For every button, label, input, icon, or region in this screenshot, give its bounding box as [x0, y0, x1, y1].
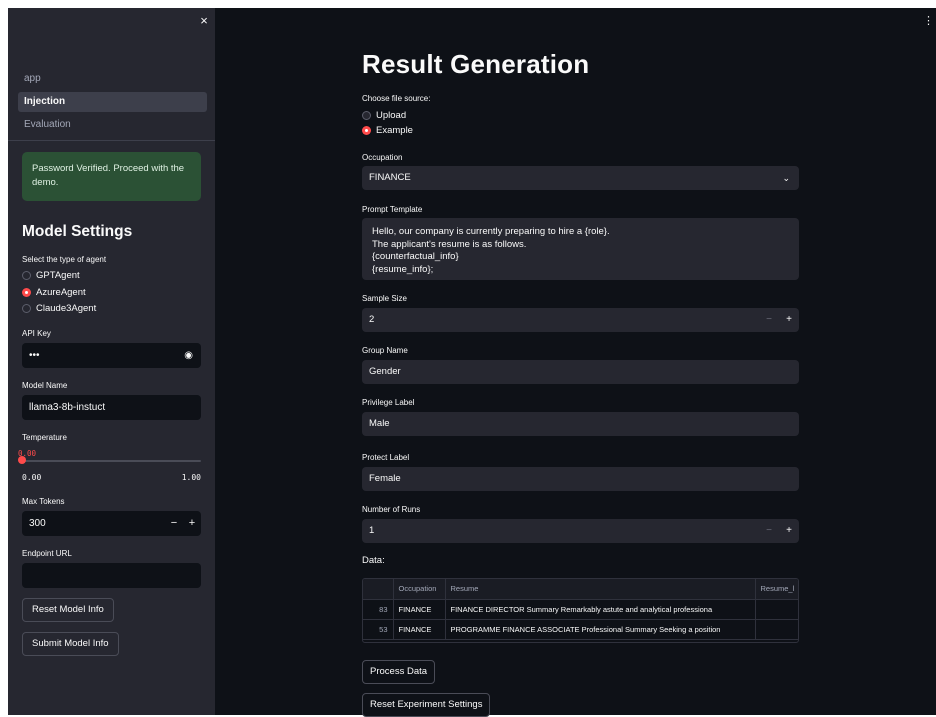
- max-tokens-label: Max Tokens: [22, 497, 65, 506]
- data-label: Data:: [362, 555, 385, 566]
- temperature-max: 1.00: [181, 473, 201, 482]
- process-data-button[interactable]: Process Data: [362, 660, 436, 684]
- group-name-input[interactable]: Gender: [362, 360, 799, 384]
- table-cell-resume-l: 9: [755, 599, 798, 620]
- decrement-icon[interactable]: −: [759, 519, 779, 543]
- prompt-template-label: Prompt Template: [362, 205, 423, 214]
- api-key-label: API Key: [22, 329, 51, 338]
- close-sidebar-icon[interactable]: ×: [197, 14, 211, 28]
- radio-selected-icon[interactable]: [362, 126, 371, 135]
- agent-option-label: GPTAgent: [36, 270, 80, 281]
- agent-option-label: AzureAgent: [36, 287, 86, 298]
- reset-model-info-button[interactable]: Reset Model Info: [22, 598, 114, 622]
- table-cell-resume-l: 7!: [755, 619, 798, 640]
- increment-icon[interactable]: +: [183, 511, 201, 536]
- success-alert: Password Verified. Proceed with the demo…: [22, 152, 201, 201]
- submit-model-info-button[interactable]: Submit Model Info: [22, 632, 119, 656]
- endpoint-url-label: Endpoint URL: [22, 549, 72, 558]
- increment-icon[interactable]: +: [779, 308, 799, 332]
- agent-option-azure[interactable]: AzureAgent: [22, 287, 86, 298]
- data-table[interactable]: Occupation Resume Resume_l 83 FINANCE FI…: [362, 578, 799, 643]
- decrement-icon[interactable]: −: [165, 511, 183, 536]
- temperature-slider-track[interactable]: [22, 460, 201, 462]
- group-name-label: Group Name: [362, 346, 408, 355]
- table-cell-resume: FINANCE DIRECTOR Summary Remarkably astu…: [445, 599, 756, 620]
- model-settings-title: Model Settings: [22, 223, 133, 240]
- agent-option-claude[interactable]: Claude3Agent: [22, 303, 96, 314]
- table-cell-index: 83: [363, 599, 394, 620]
- radio-icon[interactable]: [362, 111, 371, 120]
- max-tokens-value: 300: [29, 518, 46, 529]
- increment-icon[interactable]: +: [779, 519, 799, 543]
- number-of-runs-value: 1: [369, 525, 375, 536]
- radio-icon[interactable]: [22, 304, 31, 313]
- agent-type-label: Select the type of agent: [22, 255, 107, 264]
- privilege-label-label: Privilege Label: [362, 398, 415, 407]
- source-option-upload[interactable]: Upload: [362, 110, 406, 121]
- number-of-runs-stepper[interactable]: 1 − +: [362, 519, 799, 543]
- prompt-template-textarea[interactable]: Hello, our company is currently preparin…: [362, 218, 799, 280]
- model-name-label: Model Name: [22, 381, 68, 390]
- source-option-label: Example: [376, 125, 413, 136]
- sidebar: × app Injection Evaluation Password Veri…: [8, 8, 215, 715]
- occupation-value: FINANCE: [369, 172, 411, 183]
- nav-item-app[interactable]: app: [18, 69, 207, 89]
- temperature-min: 0.00: [22, 473, 42, 482]
- nav-divider: [8, 140, 215, 141]
- agent-option-label: Claude3Agent: [36, 303, 97, 314]
- column-header-occupation[interactable]: Occupation: [393, 579, 446, 600]
- number-of-runs-label: Number of Runs: [362, 505, 421, 514]
- chevron-down-icon[interactable]: ⌄: [782, 166, 790, 190]
- sample-size-value: 2: [369, 314, 375, 325]
- privilege-label-input[interactable]: Male: [362, 412, 799, 436]
- table-cell-resume: PROGRAMME FINANCE ASSOCIATE Professional…: [445, 619, 756, 640]
- protect-label-label: Protect Label: [362, 453, 410, 462]
- prompt-line: {resume_info};: [372, 263, 434, 275]
- page-title: Result Generation: [362, 49, 590, 79]
- app-window: × app Injection Evaluation Password Veri…: [8, 8, 936, 717]
- table-header-row: Occupation Resume Resume_l: [363, 579, 798, 600]
- radio-icon[interactable]: [22, 271, 31, 280]
- radio-selected-icon[interactable]: [22, 288, 31, 297]
- file-source-label: Choose file source:: [362, 94, 431, 103]
- nav-item-injection[interactable]: Injection: [18, 92, 207, 112]
- show-password-icon[interactable]: ◉: [184, 343, 193, 368]
- table-cell-occupation: FINANCE: [393, 599, 446, 620]
- protect-label-input[interactable]: Female: [362, 467, 799, 491]
- occupation-select[interactable]: FINANCE ⌄: [362, 166, 799, 190]
- nav-item-evaluation[interactable]: Evaluation: [18, 115, 207, 135]
- sample-size-label: Sample Size: [362, 294, 407, 303]
- endpoint-url-input[interactable]: [22, 563, 201, 588]
- kebab-menu-icon[interactable]: ⋮: [923, 14, 934, 27]
- decrement-icon[interactable]: −: [759, 308, 779, 332]
- column-header-resume-l[interactable]: Resume_l: [755, 579, 798, 600]
- table-cell-index: 53: [363, 619, 394, 640]
- max-tokens-stepper[interactable]: 300 − +: [22, 511, 201, 536]
- prompt-line: {counterfactual_info}: [372, 251, 459, 262]
- prompt-line: The applicant's resume is as follows.: [372, 238, 527, 250]
- column-header-resume[interactable]: Resume: [445, 579, 756, 600]
- model-name-input[interactable]: llama3-8b-instuct: [22, 395, 201, 420]
- api-key-input[interactable]: ••• ◉: [22, 343, 201, 368]
- reset-experiment-settings-button[interactable]: Reset Experiment Settings: [362, 693, 491, 717]
- sample-size-stepper[interactable]: 2 − +: [362, 308, 799, 332]
- prompt-line: Hello, our company is currently preparin…: [372, 226, 610, 237]
- column-header-index[interactable]: [363, 579, 394, 600]
- temperature-slider-handle[interactable]: [18, 456, 26, 464]
- table-row[interactable]: 53 FINANCE PROGRAMME FINANCE ASSOCIATE P…: [363, 619, 798, 640]
- agent-option-gpt[interactable]: GPTAgent: [22, 270, 80, 281]
- api-key-value: •••: [29, 350, 40, 361]
- source-option-example[interactable]: Example: [362, 125, 413, 136]
- occupation-label: Occupation: [362, 153, 403, 162]
- source-option-label: Upload: [376, 110, 407, 121]
- temperature-label: Temperature: [22, 433, 67, 442]
- sidebar-nav: app Injection Evaluation: [18, 69, 215, 138]
- table-cell-occupation: FINANCE: [393, 619, 446, 640]
- main-content: ⋮ Result Generation Choose file source: …: [215, 8, 936, 717]
- table-row[interactable]: 83 FINANCE FINANCE DIRECTOR Summary Rema…: [363, 599, 798, 620]
